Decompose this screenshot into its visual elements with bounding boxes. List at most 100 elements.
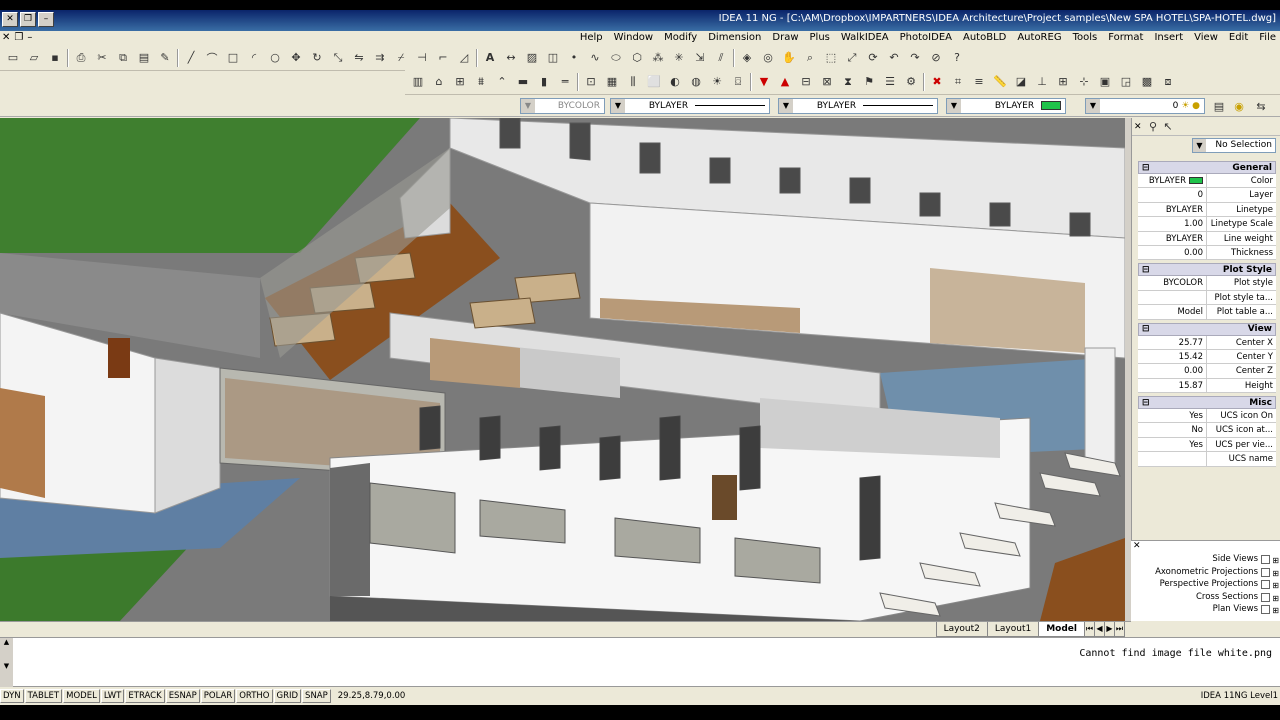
railing-icon[interactable]: ⫼ <box>624 73 642 91</box>
property-row[interactable]: No UCS icon at... <box>1138 423 1276 438</box>
snap-icon[interactable]: ⊹ <box>1075 73 1093 91</box>
doc-restore-button[interactable]: ❐ <box>14 31 23 45</box>
property-row[interactable]: 0.00 Center Z <box>1138 364 1276 379</box>
save-icon[interactable]: ▪ <box>46 49 64 67</box>
close-button[interactable]: ✕ <box>2 12 18 27</box>
camera-icon[interactable]: ⌼ <box>729 73 747 91</box>
layout-icon[interactable]: ▣ <box>1096 73 1114 91</box>
lineweight-combo[interactable]: ▼ BYLAYER <box>610 98 770 114</box>
menu-tools[interactable]: Tools <box>1073 31 1098 45</box>
wall-icon[interactable]: ▥ <box>409 73 427 91</box>
room-icon[interactable]: ⬜ <box>645 73 663 91</box>
toggle-esnap[interactable]: ESNAP <box>165 689 200 703</box>
render-icon[interactable]: ◐ <box>666 73 684 91</box>
tree-item-cross-sections[interactable]: Cross Sections ⊞ <box>1131 591 1280 604</box>
layer-previous-icon[interactable]: ⇆ <box>1252 97 1270 115</box>
pan-icon[interactable]: ✋ <box>780 49 798 67</box>
property-row[interactable]: Plot style ta... <box>1138 290 1276 306</box>
menu-autobld[interactable]: AutoBLD <box>963 31 1006 45</box>
list-icon[interactable]: ≡ <box>970 73 988 91</box>
toggle-tablet[interactable]: TABLET <box>24 689 63 703</box>
rectangle-icon[interactable]: □ <box>224 49 242 67</box>
tab-layout2[interactable]: Layout2 <box>935 622 988 637</box>
redo-icon[interactable]: ↷ <box>906 49 924 67</box>
measure-icon[interactable]: 📏 <box>991 73 1009 91</box>
property-row[interactable]: Model Plot table a... <box>1138 305 1276 320</box>
category-view[interactable]: ⊟ View <box>1138 322 1276 336</box>
arrow-down-icon[interactable]: ▼ <box>755 73 773 91</box>
copy-icon[interactable]: ⧉ <box>114 49 132 67</box>
tree-item-plan-views[interactable]: Plan Views ⊞ <box>1131 603 1280 616</box>
light-icon[interactable]: ☀ <box>708 73 726 91</box>
zoom-icon[interactable]: ⌕ <box>801 49 819 67</box>
linetype-combo[interactable]: ▼ BYLAYER <box>778 98 938 114</box>
library-icon[interactable]: ▦ <box>603 73 621 91</box>
undo-icon[interactable]: ↶ <box>885 49 903 67</box>
explode-block-icon[interactable]: ⌗ <box>949 73 967 91</box>
plotstyle-combo[interactable]: ▼ BYCOLOR <box>520 98 605 114</box>
ucs-icon[interactable]: ⊥ <box>1033 73 1051 91</box>
layer-combo[interactable]: ▼ 0 ☀ ● <box>1085 98 1205 114</box>
last-tab-button[interactable]: ⏭ <box>1114 622 1125 637</box>
mirror-icon[interactable]: ⇋ <box>350 49 368 67</box>
menu-edit[interactable]: Edit <box>1229 31 1248 45</box>
material-icon[interactable]: ◍ <box>687 73 705 91</box>
selection-combo[interactable]: ▼ No Selection <box>1192 138 1276 153</box>
move-icon[interactable]: ✥ <box>287 49 305 67</box>
polygon-icon[interactable]: ⬡ <box>628 49 646 67</box>
trim-icon[interactable]: ⌿ <box>392 49 410 67</box>
menu-dimension[interactable]: Dimension <box>708 31 761 45</box>
area-icon[interactable]: ◪ <box>1012 73 1030 91</box>
chamfer-icon[interactable]: ◿ <box>455 49 473 67</box>
tab-model[interactable]: Model <box>1038 622 1085 637</box>
property-row[interactable]: 25.77 Center X <box>1138 335 1276 350</box>
tree-item-side-views[interactable]: Side Views ⊞ <box>1131 553 1280 566</box>
arrow-up-icon[interactable]: ▲ <box>776 73 794 91</box>
text-icon[interactable]: A <box>481 49 499 67</box>
menu-walkidea[interactable]: WalkIDEA <box>841 31 889 45</box>
section-icon[interactable]: ⊟ <box>797 73 815 91</box>
help-icon[interactable]: ? <box>948 49 966 67</box>
ellipse-icon[interactable]: ⬭ <box>607 49 625 67</box>
3d-view-icon[interactable]: ◈ <box>738 49 756 67</box>
delete-icon[interactable]: ✖ <box>928 73 946 91</box>
stretch-icon[interactable]: ⇲ <box>691 49 709 67</box>
xref-icon[interactable]: ⧈ <box>1159 73 1177 91</box>
column-icon[interactable]: ▮ <box>535 73 553 91</box>
close-icon[interactable]: ✕ <box>1131 541 1280 553</box>
toggle-model[interactable]: MODEL <box>63 689 100 703</box>
property-row[interactable]: 0.00 Thickness <box>1138 245 1276 261</box>
slab-icon[interactable]: ▬ <box>514 73 532 91</box>
doc-close-button[interactable]: ✕ <box>2 31 10 45</box>
toggle-grid[interactable]: GRID <box>273 689 302 703</box>
scale-icon[interactable]: ⤡ <box>329 49 347 67</box>
select-objects-icon[interactable]: ↖ <box>1162 120 1174 133</box>
elevation-icon[interactable]: ⊠ <box>818 73 836 91</box>
property-row[interactable]: 0 Layer <box>1138 188 1276 203</box>
menu-plus[interactable]: Plus <box>810 31 830 45</box>
perspective-icon[interactable]: ⧗ <box>839 73 857 91</box>
block-icon[interactable]: ◫ <box>544 49 562 67</box>
orbit-icon[interactable]: ◎ <box>759 49 777 67</box>
category-misc[interactable]: ⊟ Misc <box>1138 396 1276 410</box>
menu-format[interactable]: Format <box>1108 31 1143 45</box>
zoom-extents-icon[interactable]: ⤢ <box>843 49 861 67</box>
image-icon[interactable]: ▩ <box>1138 73 1156 91</box>
property-row[interactable]: 1.00 Linetype Scale <box>1138 217 1276 232</box>
layer-manager-icon[interactable]: ☰ <box>881 73 899 91</box>
toggle-polar[interactable]: POLAR <box>200 689 236 703</box>
hatch-icon[interactable]: ▨ <box>523 49 541 67</box>
break-icon[interactable]: ⫽ <box>712 49 730 67</box>
circle-icon[interactable]: ○ <box>266 49 284 67</box>
door-icon[interactable]: ⌂ <box>430 73 448 91</box>
property-row[interactable]: UCS name <box>1138 452 1276 467</box>
close-icon[interactable]: ✕ <box>1134 122 1144 132</box>
polyline-icon[interactable]: ⌒ <box>203 49 221 67</box>
quick-select-icon[interactable]: ⚲ <box>1147 120 1159 133</box>
toggle-snap[interactable]: SNAP <box>302 689 331 703</box>
menu-insert[interactable]: Insert <box>1154 31 1183 45</box>
tab-layout1[interactable]: Layout1 <box>986 622 1040 637</box>
stair-icon[interactable]: ⩩ <box>472 73 490 91</box>
array-icon[interactable]: ⁂ <box>649 49 667 67</box>
window-icon[interactable]: ⊞ <box>451 73 469 91</box>
